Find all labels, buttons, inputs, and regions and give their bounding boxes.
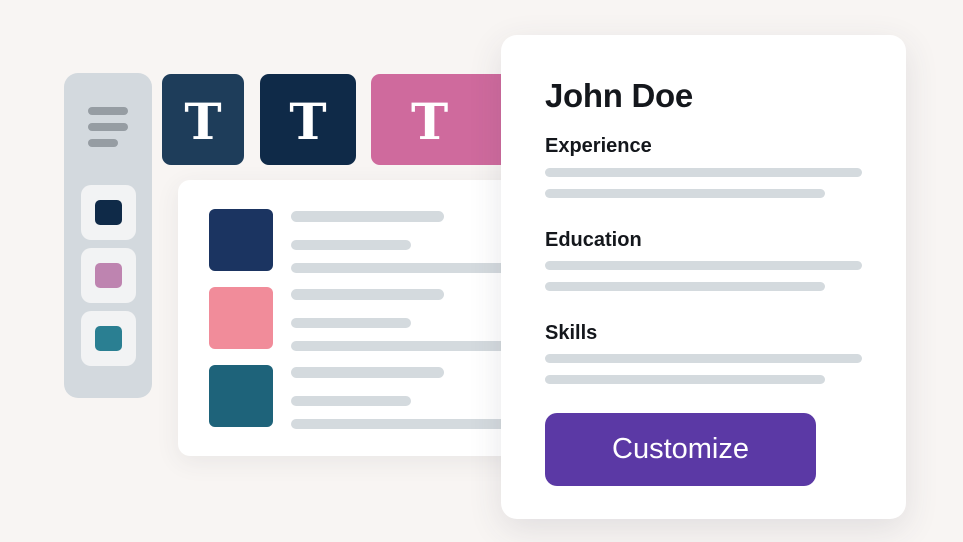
swatch-color: [95, 263, 122, 288]
text-style-icon: T: [289, 92, 327, 151]
placeholder-line: [545, 261, 862, 270]
template-thumbnail: [209, 209, 273, 271]
text-style-icon: T: [184, 92, 222, 151]
placeholder-line: [291, 419, 511, 429]
resume-preview-card: John Doe Experience Education Skills Cus…: [501, 35, 906, 519]
placeholder-line: [291, 211, 444, 222]
text-style-icon: T: [411, 92, 449, 151]
placeholder-line: [291, 341, 511, 351]
placeholder-line: [291, 396, 411, 406]
hamburger-menu-icon[interactable]: [86, 107, 130, 149]
color-swatch-teal[interactable]: [81, 311, 136, 366]
template-row[interactable]: [209, 365, 529, 429]
placeholder-line: [291, 240, 411, 250]
swatch-color: [95, 326, 122, 351]
sidebar: [64, 73, 152, 398]
template-row[interactable]: [209, 287, 529, 351]
placeholder-line: [545, 168, 862, 177]
template-row[interactable]: [209, 209, 529, 273]
template-thumbnail: [209, 365, 273, 427]
color-swatch-mauve[interactable]: [81, 248, 136, 303]
placeholder-line: [291, 367, 444, 378]
placeholder-line: [545, 189, 825, 198]
template-tile-2[interactable]: T: [260, 74, 356, 165]
resume-name: John Doe: [545, 77, 693, 114]
menu-line: [88, 139, 118, 147]
placeholder-line: [291, 289, 444, 300]
template-list-panel: [178, 180, 538, 456]
color-swatch-navy[interactable]: [81, 185, 136, 240]
menu-line: [88, 107, 128, 115]
placeholder-line: [545, 375, 825, 384]
section-title-skills: Skills: [545, 322, 598, 344]
section-title-experience: Experience: [545, 135, 652, 157]
template-tile-1[interactable]: T: [162, 74, 244, 165]
placeholder-line: [545, 282, 825, 291]
swatch-color: [95, 200, 122, 225]
placeholder-line: [291, 318, 411, 328]
template-thumbnail: [209, 287, 273, 349]
menu-line: [88, 123, 128, 131]
section-title-education: Education: [545, 229, 642, 251]
placeholder-line: [545, 354, 862, 363]
customize-button[interactable]: Customize: [545, 413, 816, 486]
placeholder-line: [291, 263, 511, 273]
